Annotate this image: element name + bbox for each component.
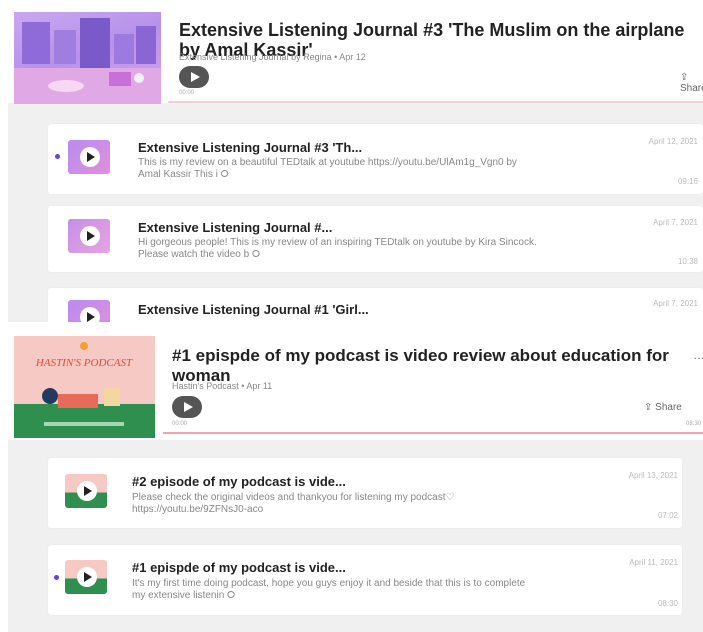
now-playing-header: HASTIN'S PODCAST #1 epispde of my podcas… <box>8 334 703 440</box>
currently-playing-dot <box>54 575 59 580</box>
share-label: Share <box>655 402 682 413</box>
share-label: Share <box>680 83 703 94</box>
episode-duration: 08:30 <box>657 599 678 608</box>
elapsed-time: 00:00 <box>172 421 188 427</box>
episode-subtitle: Hastin's Podcast • Apr 11 <box>172 381 273 391</box>
episode-thumbnail-play-icon[interactable] <box>68 300 110 322</box>
episode-thumbnail-play-icon[interactable] <box>68 140 110 174</box>
episode-description: Please check the original videos and tha… <box>132 492 455 515</box>
episode-card[interactable]: Extensive Listening Journal #... Hi gorg… <box>48 206 703 272</box>
episode-card[interactable]: #1 epispde of my podcast is vide... It's… <box>48 545 682 615</box>
episode-title: #1 epispde of my podcast is vide... <box>132 560 346 575</box>
episode-date: April 11, 2021 <box>629 558 678 567</box>
episode-duration: 09:16 <box>677 177 698 186</box>
progress-bar[interactable] <box>163 432 703 434</box>
episode-date: April 13, 2021 <box>628 471 678 480</box>
episode-description: This is my review on a beautiful TEDtalk… <box>138 157 517 180</box>
episode-card[interactable]: Extensive Listening Journal #1 'Girl... … <box>48 288 703 322</box>
elapsed-time: 00:00 <box>179 90 195 96</box>
currently-playing-dot <box>55 154 60 159</box>
share-button[interactable]: ⇪ Share <box>680 72 703 94</box>
episode-title: Extensive Listening Journal #... <box>138 220 333 235</box>
play-button[interactable] <box>179 66 209 88</box>
episode-description: Hi gorgeous people! This is my review of… <box>138 237 537 260</box>
episode-description: It's my first time doing podcast, hope y… <box>132 578 526 601</box>
play-button[interactable] <box>172 396 202 418</box>
episode-thumbnail-play-icon[interactable] <box>65 474 107 508</box>
episode-date: April 7, 2021 <box>653 299 698 308</box>
total-time: 08:30 <box>686 421 702 427</box>
episode-thumbnail-play-icon[interactable] <box>68 219 110 253</box>
progress-bar[interactable] <box>168 101 703 103</box>
podcast-panel-1: Extensive Listening Journal #3 'The Musl… <box>8 0 703 322</box>
episode-title: #2 episode of my podcast is vide... <box>132 474 346 489</box>
episode-title: Extensive Listening Journal #3 'Th... <box>138 140 363 155</box>
share-icon: ⇪ <box>644 402 653 413</box>
now-playing-header: Extensive Listening Journal #3 'The Musl… <box>8 0 703 104</box>
podcast-cover-art <box>14 12 161 104</box>
episode-card[interactable]: #2 episode of my podcast is vide... Plea… <box>48 458 682 528</box>
episode-card[interactable]: Extensive Listening Journal #3 'Th... Th… <box>48 124 703 194</box>
share-icon: ⇪ <box>680 72 689 83</box>
more-options-icon[interactable]: … <box>693 348 703 362</box>
episode-title: Extensive Listening Journal #1 'Girl... <box>138 302 369 317</box>
podcast-panel-2: HASTIN'S PODCAST #1 epispde of my podcas… <box>8 334 703 632</box>
share-button[interactable]: ⇪ Share <box>644 402 682 413</box>
cover-text: HASTIN'S PODCAST <box>35 357 133 369</box>
episode-duration: 10:38 <box>677 257 698 266</box>
episode-date: April 7, 2021 <box>653 218 698 227</box>
episode-title: #1 epispde of my podcast is video review… <box>172 346 669 385</box>
episode-thumbnail-play-icon[interactable] <box>65 560 107 594</box>
episode-subtitle: Extensive Listening Journal by Regina • … <box>179 52 366 62</box>
episode-date: April 12, 2021 <box>648 137 698 146</box>
podcast-cover-art: HASTIN'S PODCAST <box>14 336 155 438</box>
episode-duration: 07:02 <box>657 511 678 520</box>
